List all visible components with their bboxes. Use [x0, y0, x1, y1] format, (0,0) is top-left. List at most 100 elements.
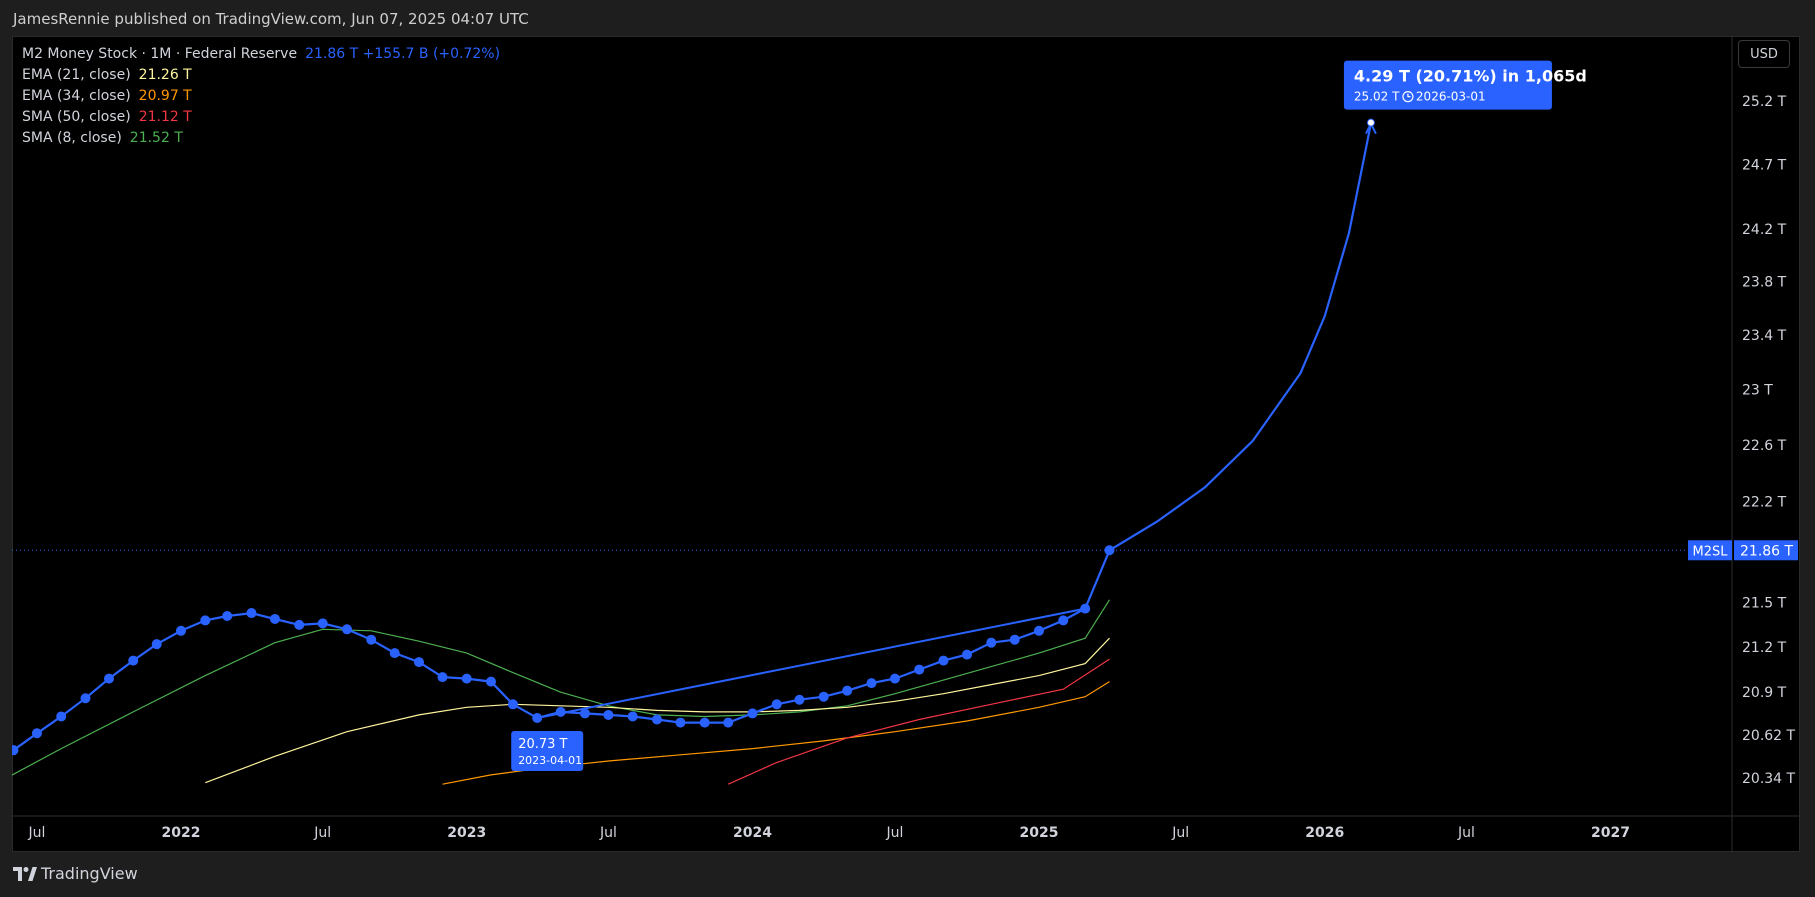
low-point-value: 20.73 T	[518, 737, 567, 752]
m2-money-stock-point[interactable]	[80, 693, 91, 704]
m2-money-stock-point[interactable]	[818, 691, 829, 702]
m2-money-stock-point[interactable]	[675, 717, 686, 728]
m2-money-stock-point[interactable]	[771, 699, 782, 710]
price-tag-label: 21.86 T	[1740, 543, 1794, 559]
m2-money-stock-point[interactable]	[128, 655, 139, 666]
m2-money-stock-point[interactable]	[222, 611, 233, 622]
legend-ema21-name: EMA (21, close)	[22, 67, 131, 83]
price-tick-label: 20.9 T	[1742, 685, 1787, 701]
legend-ema34-value: 20.97 T	[138, 88, 192, 104]
m2-money-stock-point[interactable]	[31, 728, 42, 739]
ema-21-close-line[interactable]	[205, 637, 1110, 784]
m2-money-stock-point[interactable]	[842, 685, 853, 696]
price-tick-label: 23 T	[1742, 383, 1773, 399]
m2-money-stock-point[interactable]	[1058, 615, 1069, 626]
legend-sma8-value: 21.52 T	[129, 130, 183, 146]
time-tick-label: 2026	[1305, 825, 1344, 841]
footer	[0, 852, 1815, 897]
m2-money-stock-point[interactable]	[627, 711, 638, 722]
m2-money-stock-point[interactable]	[651, 714, 662, 725]
m2-money-stock-point[interactable]	[723, 717, 734, 728]
m2-money-stock-point[interactable]	[413, 657, 424, 668]
published-info: JamesRennie published on TradingView.com…	[13, 10, 529, 28]
m2-money-stock-point[interactable]	[794, 694, 805, 705]
time-tick-label: 2023	[447, 825, 486, 841]
m2-money-stock-point[interactable]	[269, 613, 280, 624]
m2-money-stock-point[interactable]	[1009, 634, 1020, 645]
projection-change: 4.29 T (20.71%) in 1,065d	[1354, 67, 1587, 86]
currency-button[interactable]: USD	[1738, 40, 1790, 68]
m2-money-stock-point[interactable]	[366, 634, 377, 645]
legend-m2-value: 21.86 T +155.7 B (+0.72%)	[305, 46, 501, 62]
m2-money-stock-point[interactable]	[461, 673, 472, 684]
symbol-tag-label: M2SL	[1693, 544, 1729, 559]
legend-sma8-name: SMA (8, close)	[22, 130, 122, 146]
tradingview-brand[interactable]: TradingView	[41, 864, 138, 883]
legend-sma8[interactable]: SMA (8, close) 21.52 T	[22, 128, 500, 149]
projection-target-annotation[interactable]: 4.29 T (20.71%) in 1,065d 25.02 T 2026-03-…	[1343, 60, 1587, 135]
m2-money-stock-point[interactable]	[56, 711, 67, 722]
price-tick-label: 22.6 T	[1742, 438, 1787, 454]
sma-50-close-line[interactable]	[727, 658, 1110, 785]
low-point-annotation[interactable]: 20.73 T 2023-04-01	[511, 730, 584, 771]
price-tick-label: 20.62 T	[1742, 728, 1796, 744]
tradingview-logo-icon[interactable]	[13, 867, 37, 881]
m2-money-stock-point[interactable]	[389, 648, 400, 659]
projection-curve[interactable]	[1108, 123, 1372, 552]
price-tick-label: 24.7 T	[1742, 157, 1787, 173]
m2-money-stock-point[interactable]	[317, 618, 328, 629]
m2-money-stock-point[interactable]	[914, 664, 925, 675]
price-tick-label: 21.2 T	[1742, 640, 1787, 656]
price-tick-label: 23.8 T	[1742, 275, 1787, 291]
m2-money-stock-point[interactable]	[246, 608, 257, 619]
projection-handle[interactable]	[1366, 118, 1375, 127]
m2-money-stock-point[interactable]	[176, 625, 186, 636]
m2-money-stock-point[interactable]	[699, 717, 710, 728]
legend-sma50[interactable]: SMA (50, close) 21.12 T	[22, 107, 500, 128]
m2-money-stock-point[interactable]	[986, 637, 997, 648]
time-tick-label: 2024	[733, 825, 772, 841]
price-tick-label: 20.34 T	[1742, 771, 1796, 787]
legend-ema34[interactable]: EMA (34, close) 20.97 T	[22, 86, 500, 107]
m2-money-stock-point[interactable]	[1034, 625, 1044, 636]
m2-money-stock-point[interactable]	[866, 678, 877, 689]
price-tick-label: 24.2 T	[1742, 222, 1787, 238]
time-tick-label: Jul	[1457, 825, 1475, 841]
time-tick-label: 2027	[1591, 825, 1630, 841]
legend-m2[interactable]: M2 Money Stock · 1M · Federal Reserve 21.…	[22, 44, 500, 65]
m2-money-stock-point[interactable]	[294, 619, 305, 630]
time-tick-label: Jul	[28, 825, 46, 841]
indicator-legend: M2 Money Stock · 1M · Federal Reserve 21.…	[22, 44, 500, 149]
m2-money-stock-point[interactable]	[437, 672, 448, 683]
time-tick-label: Jul	[313, 825, 331, 841]
time-tick-label: 2025	[1020, 825, 1059, 841]
m2-money-stock-point[interactable]	[151, 639, 162, 650]
m2-money-stock-point[interactable]	[507, 699, 518, 710]
legend-ema21[interactable]: EMA (21, close) 21.26 T	[22, 65, 500, 86]
m2-money-stock-point[interactable]	[961, 649, 972, 660]
legend-m2-name: M2 Money Stock · 1M · Federal Reserve	[22, 46, 298, 62]
legend-ema21-value: 21.26 T	[138, 67, 192, 83]
m2-money-stock-point[interactable]	[938, 655, 949, 666]
m2-money-stock-point[interactable]	[341, 624, 352, 635]
price-tick-label: 21.5 T	[1742, 596, 1787, 612]
m2-money-stock-point[interactable]	[200, 615, 211, 626]
m2-money-stock-point[interactable]	[603, 709, 614, 720]
time-tick-label: Jul	[1171, 825, 1189, 841]
legend-sma50-value: 21.12 T	[138, 109, 192, 125]
m2-money-stock-point[interactable]	[103, 673, 114, 684]
price-tick-label: 22.2 T	[1742, 495, 1787, 511]
projection-date: 2026-03-01	[1416, 90, 1486, 104]
projection-value: 25.02 T	[1354, 90, 1400, 104]
price-tick-label: 23.4 T	[1742, 328, 1787, 344]
time-tick-label: Jul	[886, 825, 904, 841]
m2-money-stock-point[interactable]	[889, 673, 900, 684]
low-point-date: 2023-04-01	[518, 754, 582, 767]
m2-money-stock-point[interactable]	[486, 676, 497, 687]
time-tick-label: 2022	[162, 825, 201, 841]
chart-canvas[interactable]: 25.2 T 24.7 T 24.2 T 23.8 T 23.4 T 23 T 22.6 T…	[12, 36, 1800, 852]
time-tick-label: Jul	[599, 825, 617, 841]
top-bar: JamesRennie published on TradingView.com…	[0, 0, 1815, 36]
price-tick-label: 25.2 T	[1742, 94, 1787, 110]
m2-money-stock-point[interactable]	[747, 708, 758, 719]
